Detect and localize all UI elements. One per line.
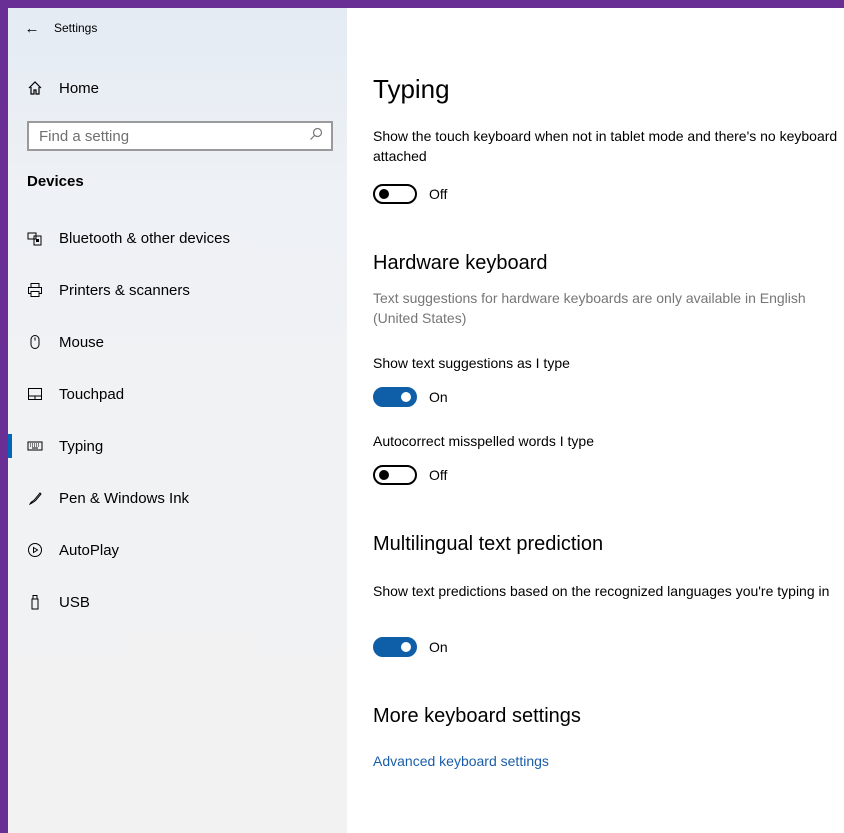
section-title: Devices: [27, 173, 84, 190]
toggle-state-label: On: [429, 639, 448, 655]
touchpad-icon: [25, 384, 45, 404]
home-nav-item[interactable]: Home: [8, 70, 347, 106]
toggle-state-label: On: [429, 389, 448, 405]
printer-icon: [25, 280, 45, 300]
touch-keyboard-description: Show the touch keyboard when not in tabl…: [373, 128, 838, 164]
sidebar-item-label: Printers & scanners: [59, 281, 190, 299]
sidebar-item-usb[interactable]: USB: [8, 576, 347, 628]
sidebar-item-touchpad[interactable]: Touchpad: [8, 368, 347, 420]
sidebar-item-label: Bluetooth & other devices: [59, 229, 230, 247]
sidebar-item-label: Touchpad: [59, 385, 125, 403]
search-placeholder: Find a setting: [39, 127, 130, 145]
toggle-knob: [401, 642, 411, 652]
text-suggestions-label: Show text suggestions as I type: [373, 355, 570, 371]
touch-keyboard-toggle[interactable]: [373, 184, 417, 204]
hardware-keyboard-heading: Hardware keyboard: [373, 252, 548, 274]
app-title: Settings: [54, 21, 98, 35]
toggle-state-label: Off: [429, 467, 448, 483]
main-content: Typing Show the touch keyboard when not …: [347, 8, 844, 833]
search-icon[interactable]: [309, 127, 323, 145]
sidebar: ← Settings Home Find a setting Devices B…: [8, 8, 347, 833]
sidebar-item-label: Typing: [59, 437, 104, 455]
sidebar-item-mouse[interactable]: Mouse: [8, 316, 347, 368]
sidebar-item-bluetooth[interactable]: Bluetooth & other devices: [8, 212, 347, 264]
text-suggestions-setting: On: [373, 387, 448, 407]
sidebar-item-pen[interactable]: Pen & Windows Ink: [8, 472, 347, 524]
more-keyboard-settings-heading: More keyboard settings: [373, 705, 581, 727]
devices-nav: Bluetooth & other devices Printers & sca…: [8, 212, 347, 628]
bluetooth-devices-icon: [25, 228, 45, 248]
autocorrect-setting: Off: [373, 465, 447, 485]
multilingual-setting: On: [373, 637, 448, 657]
autocorrect-label: Autocorrect misspelled words I type: [373, 433, 594, 449]
mouse-icon: [25, 332, 45, 352]
sidebar-item-label: AutoPlay: [59, 541, 120, 559]
page-title: Typing: [373, 74, 450, 104]
search-input[interactable]: Find a setting: [27, 121, 333, 151]
toggle-state-label: Off: [429, 186, 448, 202]
sidebar-item-label: Pen & Windows Ink: [59, 489, 190, 507]
home-icon: [25, 78, 45, 98]
title-bar: ← Settings: [8, 8, 347, 48]
toggle-knob: [401, 392, 411, 402]
toggle-knob: [379, 470, 389, 480]
settings-window: ← Settings Home Find a setting Devices B…: [8, 8, 844, 833]
keyboard-icon: [25, 436, 45, 456]
usb-icon: [25, 592, 45, 612]
sidebar-item-label: USB: [59, 593, 90, 611]
multilingual-description: Show text predictions based on the recog…: [373, 583, 830, 599]
sidebar-item-typing[interactable]: Typing: [8, 420, 347, 472]
toggle-knob: [379, 189, 389, 199]
back-arrow-icon[interactable]: ←: [14, 20, 50, 37]
text-suggestions-toggle[interactable]: [373, 387, 417, 407]
multilingual-heading: Multilingual text prediction: [373, 533, 604, 555]
sidebar-item-autoplay[interactable]: AutoPlay: [8, 524, 347, 576]
advanced-keyboard-settings-link[interactable]: Advanced keyboard settings: [373, 753, 549, 769]
autoplay-icon: [25, 540, 45, 560]
autocorrect-toggle[interactable]: [373, 465, 417, 485]
touch-keyboard-setting: Off: [373, 184, 447, 204]
hardware-keyboard-note: Text suggestions for hardware keyboards …: [373, 290, 806, 326]
sidebar-item-label: Mouse: [59, 333, 105, 351]
sidebar-item-printers[interactable]: Printers & scanners: [8, 264, 347, 316]
home-label: Home: [59, 79, 100, 97]
multilingual-toggle[interactable]: [373, 637, 417, 657]
pen-icon: [25, 488, 45, 508]
